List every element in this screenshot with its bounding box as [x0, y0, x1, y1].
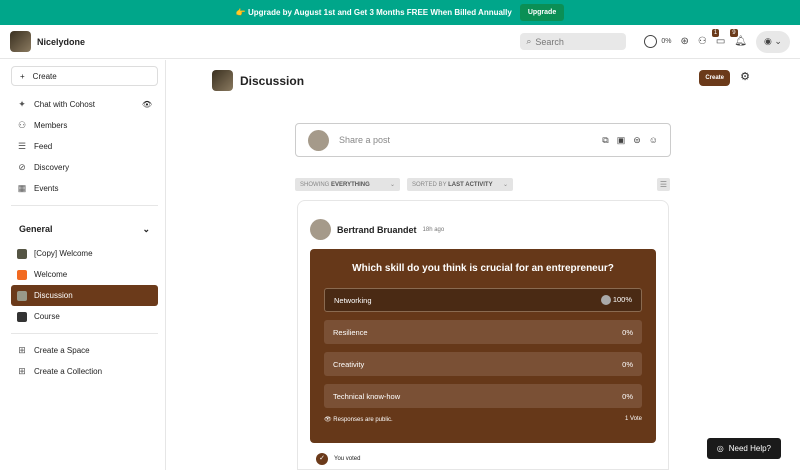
space-icon — [212, 70, 233, 91]
brand-name[interactable]: Nicelydone — [37, 37, 85, 47]
author-avatar[interactable] — [310, 219, 331, 240]
list-view-icon[interactable]: ☰ — [657, 178, 670, 191]
need-help-button[interactable]: ◎ Need Help? — [706, 438, 781, 459]
compass-icon: ⊘ — [18, 162, 26, 172]
bell-icon[interactable]: 🔔︎ 9 — [730, 29, 747, 47]
space-thumbnail — [17, 290, 27, 301]
create-button[interactable]: + Create — [11, 66, 158, 86]
poll-option[interactable]: Creativity 0% — [324, 352, 642, 376]
space-thumbnail — [17, 248, 27, 259]
sidebar-item-events[interactable]: ▦ Events — [11, 178, 158, 199]
chat-icon[interactable]: ▭ 1 — [711, 29, 725, 47]
chevron-down-icon: ⌄ — [142, 224, 150, 234]
create-space-button[interactable]: ⊞ Create a Space — [11, 340, 158, 361]
emoji-icon[interactable]: ☺ — [649, 135, 658, 146]
voter-avatar — [600, 295, 611, 305]
responses-public: Responses are public. — [333, 417, 393, 423]
feed-icon: ☰ — [17, 141, 27, 151]
chevron-down-icon: ⌄ — [774, 36, 782, 46]
poll-option[interactable]: Technical know-how 0% — [324, 384, 642, 408]
filter-sort[interactable]: SORTED BY LAST ACTIVITY ⌄ — [407, 178, 513, 191]
chevron-down-icon: ⌄ — [389, 182, 395, 188]
progress-ring-icon[interactable] — [644, 35, 658, 48]
post-time: 18h ago — [422, 226, 445, 233]
sidebar-item-feed[interactable]: ☰ Feed — [11, 136, 158, 157]
notification-badge: 9 — [730, 29, 738, 37]
poll-option[interactable]: Networking 100% — [324, 288, 642, 312]
filter-showing[interactable]: SHOWING EVERYTHING ⌄ — [295, 178, 400, 191]
poll-icon[interactable]: ⊜ — [633, 135, 641, 146]
plus-square-icon: ⊞ — [18, 366, 26, 376]
space-discussion[interactable]: Discussion — [11, 285, 158, 306]
author-name[interactable]: Bertrand Bruandet — [337, 225, 417, 235]
search-icon: ⌕ — [526, 36, 532, 46]
banner-text: 👉 Upgrade by August 1st and Get 3 Months… — [235, 8, 512, 17]
sidebar-item-discovery[interactable]: ⊘ Discovery — [11, 157, 158, 178]
main-content: Discussion Create ⚙ Share a post ⧉ ▣ ⊜ ☺ SH… — [167, 60, 800, 470]
plus-square-icon: ⊞ — [18, 345, 26, 355]
community-logo[interactable] — [10, 31, 31, 52]
calendar-icon: ▦ — [17, 183, 27, 193]
page-title: Discussion — [240, 73, 305, 88]
users-icon: ⚇ — [17, 120, 27, 130]
sidebar-item-chat[interactable]: ✦ Chat with Cohost 👁︎ — [11, 94, 158, 115]
you-voted: You voted — [334, 456, 361, 462]
lifebuoy-icon: ◎ — [716, 444, 724, 453]
space-copy-welcome[interactable]: [Copy] Welcome — [11, 243, 158, 264]
poll-option[interactable]: Resilience 0% — [324, 320, 642, 344]
group-general[interactable]: General ⌄ — [11, 212, 158, 243]
poll: Which skill do you think is crucial for … — [310, 249, 656, 443]
gif-icon[interactable]: ▣ — [617, 135, 626, 146]
gear-icon[interactable]: ⚙ — [740, 70, 750, 83]
space-welcome[interactable]: Welcome — [11, 264, 158, 285]
check-icon: ✓ — [316, 453, 328, 465]
create-post-button[interactable]: Create — [699, 70, 730, 86]
search-input[interactable]: ⌕ Search — [520, 33, 627, 50]
create-collection-button[interactable]: ⊞ Create a Collection — [11, 361, 158, 382]
invite-member-icon[interactable]: ⚇ — [698, 36, 707, 47]
image-icon[interactable]: ⧉ — [602, 135, 608, 146]
chat-badge: 1 — [711, 29, 720, 37]
avatar: ◉ — [764, 36, 772, 46]
share-post-input[interactable]: Share a post ⧉ ▣ ⊜ ☺ — [295, 123, 671, 157]
top-bar: Nicelydone ⌕ Search 0% ⊛ ⚇ ▭ 1 🔔︎ 9 ◉ ⌄ — [0, 25, 800, 59]
eye-icon: 👁︎ — [324, 417, 332, 423]
sidebar-item-members[interactable]: ⚇ Members — [11, 115, 158, 136]
progress-text: 0% — [661, 38, 672, 45]
space-course[interactable]: Course — [11, 306, 158, 327]
eye-icon[interactable]: 👁︎ — [142, 100, 152, 109]
vote-count: 1 Vote — [624, 416, 642, 422]
sparkle-icon: ✦ — [18, 99, 26, 109]
space-thumbnail — [17, 269, 27, 280]
avatar — [308, 129, 329, 151]
post-card: Bertrand Bruandet 18h ago Which skill do … — [297, 200, 669, 470]
sidebar: + Create ✦ Chat with Cohost 👁︎ ⚇ Members ☰ Fe… — [0, 60, 166, 470]
badge-icon[interactable]: ⊛ — [680, 36, 688, 47]
upgrade-button[interactable]: Upgrade — [519, 4, 565, 21]
poll-question: Which skill do you think is crucial for … — [352, 263, 614, 274]
user-menu[interactable]: ◉ ⌄ — [756, 30, 790, 53]
chevron-down-icon: ⌄ — [502, 182, 508, 188]
space-thumbnail — [17, 311, 27, 322]
upgrade-banner: 👉 Upgrade by August 1st and Get 3 Months… — [0, 0, 800, 25]
plus-icon: + — [20, 71, 25, 81]
